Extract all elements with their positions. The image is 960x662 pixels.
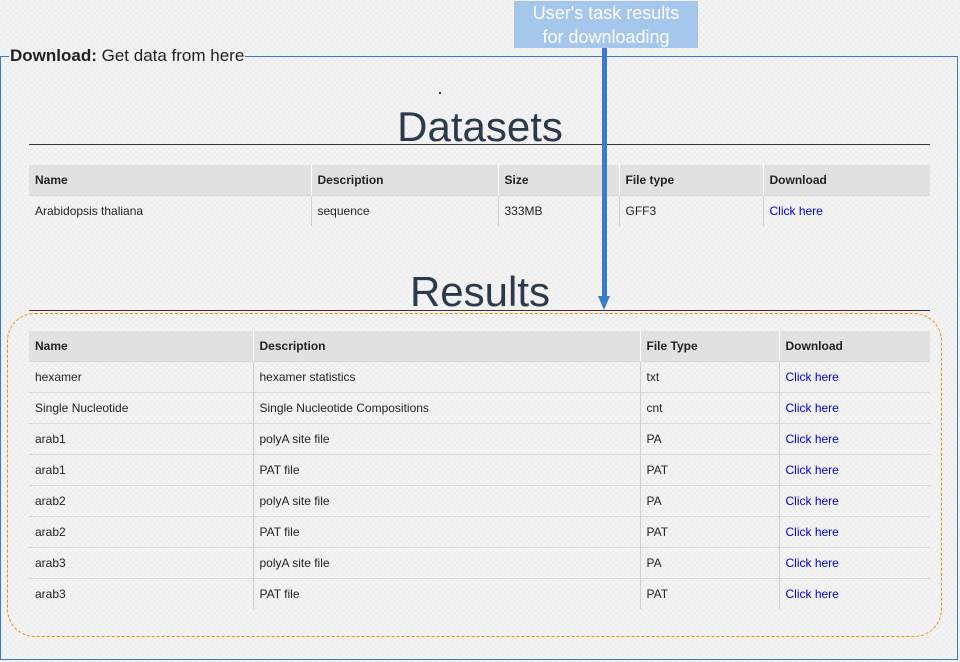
download-link[interactable]: Click here [786, 587, 839, 601]
table-row: arab3 polyA site file PA Click here [29, 547, 930, 579]
cell-download: Click here [779, 423, 930, 455]
cell-name: arab1 [29, 454, 254, 486]
download-label: Download: [10, 46, 97, 65]
table-row: arab2 polyA site file PA Click here [29, 485, 930, 517]
col-header: File type [619, 165, 764, 196]
cell-file-type: PA [640, 423, 780, 455]
cell-file-type: txt [640, 361, 780, 393]
cell-description: hexamer statistics [253, 361, 641, 393]
cell-name: arab3 [29, 547, 254, 579]
cell-description: Single Nucleotide Compositions [253, 392, 641, 424]
cell-name: arab3 [29, 578, 254, 609]
cell-download: Click here [779, 516, 930, 548]
cell-file-type: PAT [640, 516, 780, 548]
table-row: arab3 PAT file PAT Click here [29, 578, 930, 609]
cell-description: PAT file [253, 454, 641, 486]
cell-size: 333MB [498, 195, 620, 226]
annotation-callout: User's task results for downloading [514, 1, 698, 48]
download-link[interactable]: Click here [786, 525, 839, 539]
download-text: Get data from here [96, 46, 245, 65]
cell-name: Arabidopsis thaliana [29, 195, 312, 226]
arrow-shaft [602, 47, 607, 299]
arrow-down-icon [598, 296, 610, 310]
cell-download: Click here [779, 361, 930, 393]
table-row: Arabidopsis thaliana sequence 333MB GFF3… [29, 195, 930, 226]
download-link[interactable]: Click here [786, 432, 839, 446]
cell-name: arab2 [29, 516, 254, 548]
cell-name: arab2 [29, 485, 254, 517]
cell-description: polyA site file [253, 547, 641, 579]
callout-line-1: User's task results [532, 3, 680, 23]
datasets-header-row: Name Description Size File type Download [29, 165, 930, 196]
download-legend: Download: Get data from here [9, 46, 245, 66]
download-link[interactable]: Click here [786, 370, 839, 384]
datasets-divider [29, 144, 930, 145]
col-header: Description [311, 165, 499, 196]
download-link[interactable]: Click here [786, 556, 839, 570]
table-row: arab1 PAT file PAT Click here [29, 454, 930, 486]
cell-file-type: GFF3 [619, 195, 764, 226]
cell-file-type: cnt [640, 392, 780, 424]
cell-description: sequence [311, 195, 499, 226]
cell-file-type: PA [640, 485, 780, 517]
results-header-row: Name Description File Type Download [29, 331, 930, 362]
results-table: Name Description File Type Download hexa… [29, 331, 930, 609]
col-header: Download [763, 165, 930, 196]
cell-download: Click here [779, 547, 930, 579]
cell-name: hexamer [29, 361, 254, 393]
cell-name: Single Nucleotide [29, 392, 254, 424]
cell-file-type: PA [640, 547, 780, 579]
results-title: Results [409, 268, 551, 315]
table-row: arab1 polyA site file PA Click here [29, 423, 930, 455]
cell-description: polyA site file [253, 485, 641, 517]
cell-download: Click here [779, 454, 930, 486]
download-link[interactable]: Click here [786, 494, 839, 508]
dot-marker [439, 92, 441, 94]
download-link[interactable]: Click here [770, 204, 823, 218]
table-row: arab2 PAT file PAT Click here [29, 516, 930, 548]
cell-download: Click here [779, 485, 930, 517]
cell-name: arab1 [29, 423, 254, 455]
table-row: hexamer hexamer statistics txt Click her… [29, 361, 930, 393]
cell-description: PAT file [253, 516, 641, 548]
col-header: Name [29, 165, 312, 196]
cell-description: PAT file [253, 578, 641, 609]
cell-description: polyA site file [253, 423, 641, 455]
download-link[interactable]: Click here [786, 401, 839, 415]
download-link[interactable]: Click here [786, 463, 839, 477]
col-header: Size [498, 165, 620, 196]
col-header: Name [29, 331, 254, 362]
cell-download: Click here [763, 195, 930, 226]
col-header: Description [253, 331, 641, 362]
cell-file-type: PAT [640, 578, 780, 609]
callout-line-2: for downloading [542, 27, 670, 47]
cell-file-type: PAT [640, 454, 780, 486]
col-header: Download [779, 331, 930, 362]
cell-download: Click here [779, 392, 930, 424]
cell-download: Click here [779, 578, 930, 609]
datasets-table: Name Description Size File type Download… [29, 165, 930, 226]
table-row: Single Nucleotide Single Nucleotide Comp… [29, 392, 930, 424]
col-header: File Type [640, 331, 780, 362]
results-divider [29, 310, 930, 311]
